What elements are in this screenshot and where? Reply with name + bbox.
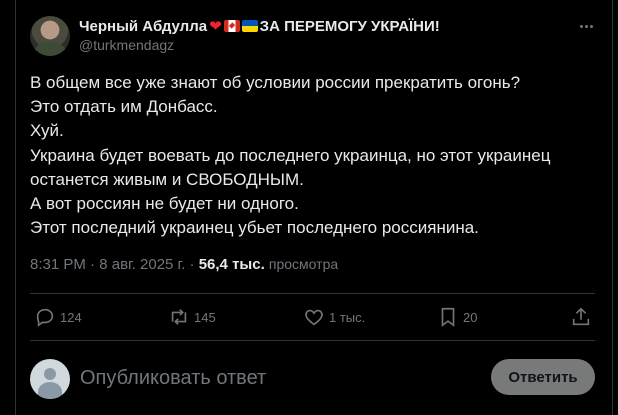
repost-count: 145 (194, 309, 216, 325)
tweet-text: В общем все уже знают об условии россии … (30, 71, 590, 240)
views-label: просмотра (268, 256, 339, 272)
author-handle[interactable]: @turkmendagz (79, 37, 174, 53)
user-avatar (30, 359, 70, 399)
ukraine-flag-icon (241, 20, 258, 32)
tweet-line: останется живым и СВОБОДНЫМ. (30, 169, 304, 189)
tweet-line: Украина будет воевать до последнего укра… (30, 145, 551, 165)
meta-separator: · (189, 256, 195, 273)
tweet-line: А вот россиян не будет ни одного. (30, 194, 299, 214)
tweet-meta: 8:31 PM · 8 авг. 2025 г. · 56,4 тыс. про… (30, 256, 338, 273)
tweet-time[interactable]: 8:31 PM (30, 256, 86, 273)
like-count: 1 тыс. (329, 309, 366, 325)
reply-submit-button[interactable]: Ответить (491, 359, 595, 395)
reply-button[interactable]: 124 (34, 305, 82, 329)
tweet-line: Этот последний украинец убьет последнего… (30, 218, 479, 238)
canada-flag-icon (223, 20, 240, 32)
author-name-row[interactable]: Черный Абдулла ❤ ЗА ПЕРЕМОГУ УКРАЇНИ! (79, 17, 440, 36)
tweet-line: Это отдать им Донбасс. (30, 97, 218, 117)
heart-emoji-icon: ❤ (209, 18, 222, 35)
bookmark-button[interactable]: 20 (437, 305, 477, 329)
bookmark-icon (441, 307, 455, 327)
repost-button[interactable]: 145 (168, 305, 216, 329)
tweet-line: В общем все уже знают об условии россии … (30, 73, 521, 92)
author-display-name: Черный Абдулла (79, 17, 208, 35)
bookmark-count: 20 (463, 309, 478, 325)
divider (30, 293, 595, 294)
like-icon (305, 309, 323, 326)
views-count[interactable]: 56,4 тыс. (199, 256, 265, 273)
more-icon[interactable] (578, 18, 594, 34)
meta-separator: · (90, 256, 96, 273)
reply-count: 124 (60, 309, 82, 325)
author-avatar[interactable] (30, 16, 70, 56)
share-icon (572, 307, 590, 326)
divider (30, 340, 595, 341)
reply-icon (36, 308, 54, 327)
tweet-date[interactable]: 8 авг. 2025 г. (99, 256, 185, 273)
repost-icon (171, 309, 187, 325)
like-button[interactable]: 1 тыс. (303, 305, 365, 329)
reply-input[interactable] (80, 365, 460, 391)
share-button[interactable] (570, 305, 592, 329)
tweet-line: Хуй. (30, 121, 64, 141)
author-banner-text: ЗА ПЕРЕМОГУ УКРАЇНИ! (259, 17, 440, 35)
